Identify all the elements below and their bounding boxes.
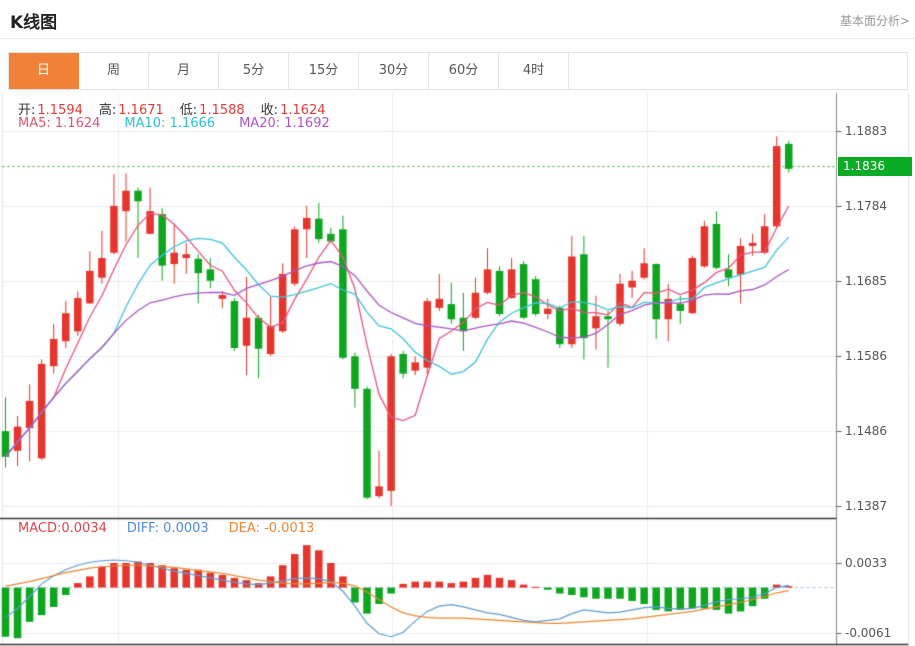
price-axis-label: 1.1883 [845, 124, 887, 138]
tab-week[interactable]: 周 [79, 53, 149, 89]
ma5-value: 1.1624 [55, 116, 101, 131]
macd-value: 0.0034 [61, 521, 107, 536]
ma5-group: MA5: 1.1624 [18, 116, 100, 131]
period-tab-bar: 日 周 月 5分 15分 30分 60分 4时 [8, 52, 908, 90]
tab-30min[interactable]: 30分 [359, 53, 429, 89]
tab-60min[interactable]: 60分 [429, 53, 499, 89]
macd-axis-label: 0.0033 [845, 556, 887, 570]
current-price-badge: 1.1836 [838, 157, 912, 176]
price-axis-label: 1.1784 [845, 199, 887, 213]
dea-label: DEA: [229, 521, 264, 536]
tab-day[interactable]: 日 [9, 53, 79, 89]
ma10-group: MA10: 1.1666 [124, 116, 215, 131]
price-axis-label: 1.1486 [845, 424, 887, 438]
diff-group: DIFF: 0.0003 [127, 521, 209, 536]
macd-readout: MACD:0.0034 DIFF: 0.0003 DEA: -0.0013 [18, 521, 314, 536]
dea-group: DEA: -0.0013 [229, 521, 315, 536]
diff-value: 0.0003 [163, 521, 209, 536]
tab-month[interactable]: 月 [149, 53, 219, 89]
ma-readout: MA5: 1.1624 MA10: 1.1666 MA20: 1.1692 [18, 116, 330, 131]
tab-15min[interactable]: 15分 [289, 53, 359, 89]
ma20-group: MA20: 1.1692 [239, 116, 330, 131]
diff-label: DIFF: [127, 521, 163, 536]
kline-widget: K线图 基本面分析> 日 周 月 5分 15分 30分 60分 4时 开:1.1… [0, 0, 915, 646]
macd-label: MACD: [18, 521, 61, 536]
kline-chart-canvas[interactable] [0, 0, 915, 646]
ma20-value: 1.1692 [284, 116, 330, 131]
price-axis-label: 1.1685 [845, 274, 887, 288]
page-title: K线图 [10, 8, 57, 33]
macd-group: MACD:0.0034 [18, 521, 107, 536]
header-divider [0, 38, 915, 39]
tab-bar-filler [569, 53, 907, 89]
fundamental-analysis-link[interactable]: 基本面分析> [840, 12, 910, 29]
price-axis-label: 1.1387 [845, 499, 887, 513]
ma10-label: MA10: [124, 116, 169, 131]
ma20-label: MA20: [239, 116, 284, 131]
price-axis-label: 1.1586 [845, 349, 887, 363]
dea-value: -0.0013 [264, 521, 314, 536]
ma5-label: MA5: [18, 116, 55, 131]
macd-axis-label: -0.0061 [845, 626, 891, 640]
tab-5min[interactable]: 5分 [219, 53, 289, 89]
tab-4hour[interactable]: 4时 [499, 53, 569, 89]
ma10-value: 1.1666 [170, 116, 216, 131]
